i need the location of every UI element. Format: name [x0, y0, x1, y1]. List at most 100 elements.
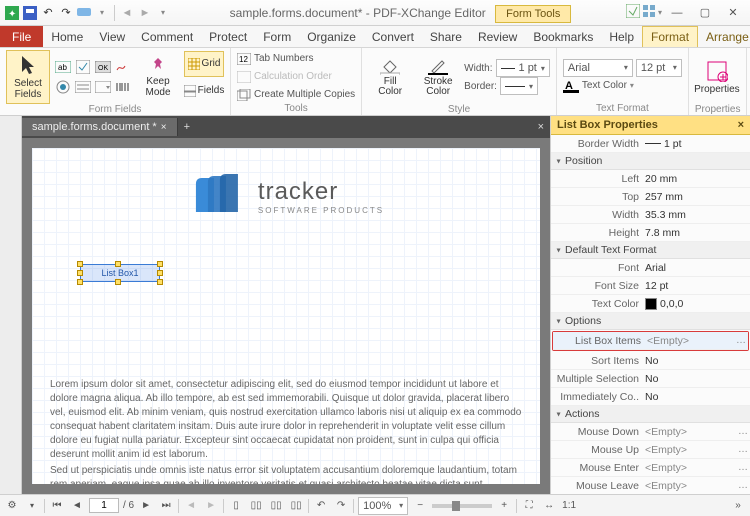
combo-field-icon[interactable]	[94, 78, 112, 96]
more-icon[interactable]: …	[736, 426, 750, 437]
fit-page-icon[interactable]: ⛶	[521, 498, 537, 514]
rotate-cw-icon[interactable]: ↷	[333, 498, 349, 514]
prop-immediately-commit[interactable]: Immediately Co..No	[551, 388, 750, 406]
barcode-field-icon[interactable]	[114, 78, 132, 96]
layout-cont-icon[interactable]: ▯▯	[248, 498, 264, 514]
prop-top[interactable]: Top257 mm	[551, 188, 750, 206]
nav-more-icon[interactable]: ▾	[155, 5, 171, 21]
properties-button[interactable]: Properties	[695, 50, 739, 104]
pane-close-icon[interactable]: ×	[738, 119, 744, 131]
document-tab[interactable]: sample.forms.document *×	[22, 118, 178, 136]
tab-form[interactable]: Form	[255, 26, 299, 47]
prop-mouse-up[interactable]: Mouse Up<Empty>…	[551, 441, 750, 459]
prop-mouse-down[interactable]: Mouse Down<Empty>…	[551, 423, 750, 441]
undo-icon[interactable]: ↶	[40, 5, 56, 21]
resize-handle[interactable]	[77, 279, 83, 285]
add-tab-button[interactable]: +	[178, 121, 196, 133]
tab-review[interactable]: Review	[470, 26, 525, 47]
zoom-actual-icon[interactable]: 1:1	[561, 498, 577, 514]
tab-arrange[interactable]: Arrange	[698, 26, 750, 47]
grid-button[interactable]: Grid	[184, 51, 224, 77]
resize-handle[interactable]	[157, 279, 163, 285]
zoom-out-icon[interactable]: −	[412, 498, 428, 514]
button-field-icon[interactable]: OK	[94, 58, 112, 76]
tab-bookmarks[interactable]: Bookmarks	[525, 26, 601, 47]
signature-field-icon[interactable]	[114, 58, 132, 76]
qat-more-icon[interactable]: ▾	[94, 5, 110, 21]
ui-options-icon[interactable]	[642, 4, 656, 21]
resize-handle[interactable]	[115, 279, 121, 285]
nav-fwd-status-icon[interactable]: ►	[203, 498, 219, 514]
resize-handle[interactable]	[77, 261, 83, 267]
resize-handle[interactable]	[115, 261, 121, 267]
save-icon[interactable]	[22, 5, 38, 21]
prop-mouse-leave[interactable]: Mouse Leave<Empty>…	[551, 477, 750, 494]
section-default-text[interactable]: Default Text Format	[551, 242, 750, 259]
rotate-ccw-icon[interactable]: ↶	[313, 498, 329, 514]
file-tab[interactable]: File	[0, 26, 43, 47]
more-icon[interactable]: …	[736, 480, 750, 491]
layout-single-icon[interactable]: ▯	[228, 498, 244, 514]
resize-handle[interactable]	[157, 270, 163, 276]
section-actions[interactable]: Actions	[551, 406, 750, 423]
prop-font[interactable]: FontArial	[551, 259, 750, 277]
prop-multiple-selection[interactable]: Multiple SelectionNo	[551, 370, 750, 388]
zoom-slider[interactable]	[432, 504, 492, 508]
tab-protect[interactable]: Protect	[201, 26, 255, 47]
maximize-button[interactable]: ▢	[692, 3, 718, 23]
prop-border-width[interactable]: Border Width1 pt	[551, 135, 750, 153]
nav-fwd-icon[interactable]: ►	[137, 5, 153, 21]
layout-cont-facing-icon[interactable]: ▯▯	[288, 498, 304, 514]
tab-home[interactable]: Home	[43, 26, 91, 47]
fields-button[interactable]: Fields	[184, 78, 224, 104]
nav-back-status-icon[interactable]: ◄	[183, 498, 199, 514]
tab-close-icon[interactable]: ×	[161, 122, 167, 133]
statusbar-more-icon[interactable]: »	[730, 498, 746, 514]
checkbox-field-icon[interactable]	[74, 58, 92, 76]
more-icon[interactable]: …	[734, 335, 748, 346]
left-nav-gutter[interactable]	[0, 116, 22, 494]
scan-icon[interactable]	[76, 5, 92, 21]
fit-width-icon[interactable]: ↔	[541, 498, 557, 514]
launch-icon[interactable]	[626, 4, 640, 21]
tab-view[interactable]: View	[91, 26, 133, 47]
fontsize-combo[interactable]: 12 pt▾	[636, 59, 682, 77]
listbox-field-icon[interactable]	[74, 78, 92, 96]
multi-copies-button[interactable]: Create Multiple Copies	[237, 86, 355, 103]
border-combo[interactable]: ▾	[500, 77, 538, 95]
prop-sort-items[interactable]: Sort ItemsNo	[551, 352, 750, 370]
more-icon[interactable]: …	[736, 444, 750, 455]
text-color-button[interactable]: AText Color▾	[563, 77, 682, 94]
prop-mouse-enter[interactable]: Mouse Enter<Empty>…	[551, 459, 750, 477]
prop-left[interactable]: Left20 mm	[551, 170, 750, 188]
section-position[interactable]: Position	[551, 153, 750, 170]
prop-width[interactable]: Width35.3 mm	[551, 206, 750, 224]
document-canvas[interactable]: tracker SOFTWARE PRODUCTS List Box1 Lore…	[22, 138, 550, 494]
width-combo[interactable]: 1 pt▾	[496, 59, 550, 77]
section-options[interactable]: Options	[551, 313, 750, 330]
resize-handle[interactable]	[77, 270, 83, 276]
tab-numbers-button[interactable]: 12Tab Numbers	[237, 50, 355, 67]
calc-order-button[interactable]: Calculation Order	[237, 68, 355, 85]
zoom-combo[interactable]: 100%▾	[358, 497, 408, 515]
tab-help[interactable]: Help	[601, 26, 642, 47]
stroke-color-button[interactable]: Stroke Color	[416, 50, 460, 104]
prop-font-size[interactable]: Font Size12 pt	[551, 277, 750, 295]
prop-text-color[interactable]: Text Color0,0,0	[551, 295, 750, 313]
last-page-icon[interactable]: ⏭	[158, 498, 174, 514]
redo-icon[interactable]: ↷	[58, 5, 74, 21]
more-icon[interactable]: …	[736, 462, 750, 473]
zoom-in-icon[interactable]: +	[496, 498, 512, 514]
tab-comment[interactable]: Comment	[133, 26, 201, 47]
keep-mode-button[interactable]: Keep Mode	[136, 50, 180, 104]
tab-organize[interactable]: Organize	[299, 26, 364, 47]
text-field-icon[interactable]: ab	[54, 58, 72, 76]
tab-share[interactable]: Share	[422, 26, 470, 47]
resize-handle[interactable]	[157, 261, 163, 267]
minimize-button[interactable]: —	[664, 3, 690, 23]
tabs-close-icon[interactable]: ×	[532, 121, 550, 133]
nav-back-icon[interactable]: ◄	[119, 5, 135, 21]
fill-color-button[interactable]: Fill Color	[368, 50, 412, 104]
select-fields-button[interactable]: Select Fields	[6, 50, 50, 104]
options-more-icon[interactable]: ▾	[24, 498, 40, 514]
